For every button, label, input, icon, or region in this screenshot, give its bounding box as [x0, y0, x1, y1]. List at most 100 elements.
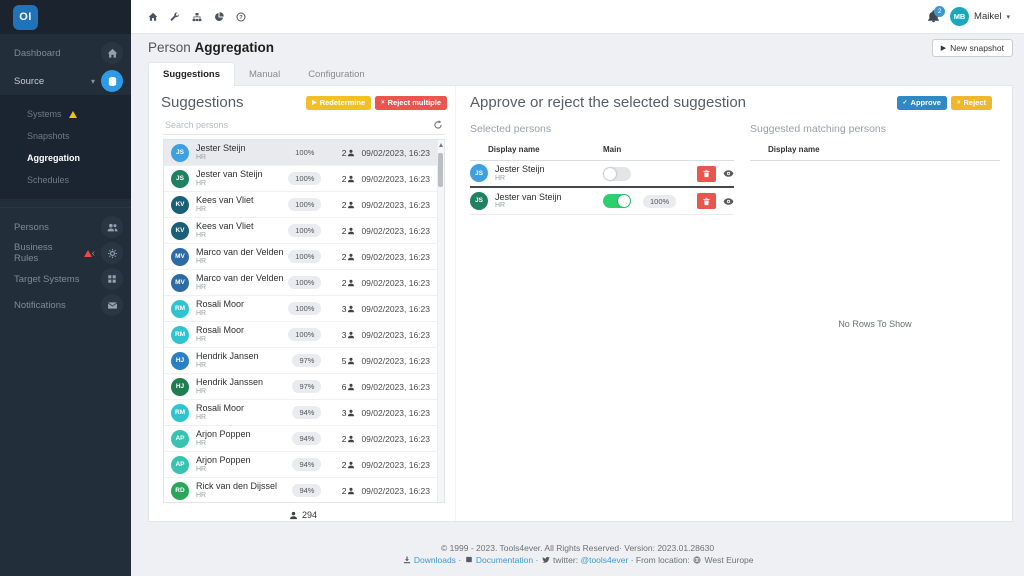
list-item[interactable]: RD Rick van den Dijssel HR 94% 2 09/02/2… — [164, 478, 444, 503]
person-count: 6 — [342, 382, 347, 392]
list-item[interactable]: HJ Hendrik Janssen HR 97% 6 09/02/2023, … — [164, 374, 444, 400]
table-row[interactable]: JS Jester Steijn HR — [470, 161, 734, 188]
list-item[interactable]: JS Jester Steijn HR 100% 2 09/02/2023, 1… — [164, 140, 444, 166]
person-count: 3 — [342, 408, 347, 418]
avatar: RM — [171, 326, 189, 344]
match-percent-badge: 100% — [288, 328, 321, 341]
list-item[interactable]: KV Kees van Vliet HR 100% 2 09/02/2023, … — [164, 192, 444, 218]
app-logo[interactable]: OI — [13, 5, 38, 30]
match-percent-badge: 94% — [292, 406, 321, 419]
pie-chart-icon[interactable] — [214, 12, 224, 22]
sidebar-item-schedules[interactable]: Schedules — [0, 169, 131, 191]
user-menu[interactable]: MB Maikel ▾ — [950, 7, 1010, 26]
match-percent-badge: 97% — [292, 354, 321, 367]
match-percent-badge: 94% — [292, 484, 321, 497]
avatar: AP — [171, 430, 189, 448]
list-item[interactable]: MV Marco van der Velden HR 100% 2 09/02/… — [164, 270, 444, 296]
person-department: HR — [196, 206, 288, 214]
redetermine-button[interactable]: ▶ Redetermine — [306, 96, 371, 110]
list-item[interactable]: RM Rosali Moor HR 100% 3 09/02/2023, 16:… — [164, 322, 444, 348]
tab-suggestions[interactable]: Suggestions — [148, 62, 235, 86]
match-percent-badge: 100% — [288, 198, 321, 211]
person-icon — [347, 357, 355, 365]
tab-manual[interactable]: Manual — [235, 63, 294, 86]
list-item[interactable]: RM Rosali Moor HR 100% 3 09/02/2023, 16:… — [164, 296, 444, 322]
person-icon — [347, 279, 355, 287]
list-item[interactable]: MV Marco van der Velden HR 100% 2 09/02/… — [164, 244, 444, 270]
person-count: 2 — [342, 278, 347, 288]
snapshot-date: 09/02/2023, 16:23 — [361, 408, 430, 418]
eye-icon[interactable] — [723, 196, 734, 207]
delete-button[interactable] — [697, 166, 716, 182]
sidebar-item-systems[interactable]: Systems — [0, 103, 131, 125]
sidebar-item-aggregation[interactable]: Aggregation — [0, 147, 131, 169]
caret-down-icon: ▾ — [1006, 13, 1010, 21]
selected-persons-section: Selected persons Display name Main JS Je… — [470, 111, 734, 329]
list-item[interactable]: JS Jester van Steijn HR 100% 2 09/02/202… — [164, 166, 444, 192]
person-name: Rosali Moor — [196, 403, 292, 413]
sidebar-item-snapshots[interactable]: Snapshots — [0, 125, 131, 147]
trash-icon — [702, 197, 711, 206]
downloads-link[interactable]: Downloads — [414, 555, 456, 565]
scroll-up-icon[interactable] — [439, 143, 443, 147]
sidebar-item-persons[interactable]: Persons — [0, 214, 131, 240]
documentation-link[interactable]: Documentation — [476, 555, 533, 565]
sidebar-item-dashboard[interactable]: Dashboard — [0, 39, 131, 67]
refresh-icon[interactable] — [433, 120, 443, 130]
person-department: HR — [196, 258, 288, 266]
list-item[interactable]: AP Arjon Poppen HR 94% 2 09/02/2023, 16:… — [164, 452, 444, 478]
wrench-icon[interactable] — [170, 12, 180, 22]
list-item[interactable]: HJ Hendrik Jansen HR 97% 5 09/02/2023, 1… — [164, 348, 444, 374]
twitter-link[interactable]: @tools4ever — [580, 555, 628, 565]
scrollbar-thumb[interactable] — [438, 153, 443, 187]
eye-icon[interactable] — [723, 168, 734, 179]
main-toggle[interactable] — [603, 194, 631, 208]
delete-button[interactable] — [697, 193, 716, 209]
list-item[interactable]: RM Rosali Moor HR 94% 3 09/02/2023, 16:2… — [164, 400, 444, 426]
topbar: 2 MB Maikel ▾ — [131, 0, 1024, 34]
content-card: Suggestions ▶ Redetermine × Reject multi… — [148, 85, 1013, 522]
tab-bar: Suggestions Manual Configuration — [148, 62, 379, 86]
person-name: Marco van der Velden — [196, 247, 288, 257]
table-row[interactable]: JS Jester van Steijn HR 100% — [470, 188, 734, 215]
reject-multiple-button[interactable]: × Reject multiple — [375, 96, 447, 110]
tab-configuration[interactable]: Configuration — [294, 63, 379, 86]
help-icon[interactable] — [236, 12, 246, 22]
list-item[interactable]: KV Kees van Vliet HR 100% 2 09/02/2023, … — [164, 218, 444, 244]
snapshot-date: 09/02/2023, 16:23 — [361, 434, 430, 444]
main-toggle[interactable] — [603, 167, 631, 181]
sidebar-item-business-rules[interactable]: Business Rules ‹ — [0, 240, 131, 266]
reject-button[interactable]: × Reject — [951, 96, 992, 110]
approve-button[interactable]: ✓ Approve — [897, 96, 947, 110]
person-name: Jester Steijn — [495, 164, 603, 174]
person-count: 3 — [342, 330, 347, 340]
suggested-matching-section: Suggested matching persons Display name … — [750, 111, 1000, 329]
approval-heading: Approve or reject the selected suggestio… — [470, 94, 746, 111]
person-name: Marco van der Velden — [196, 273, 288, 283]
avatar: KV — [171, 196, 189, 214]
sidebar-item-source[interactable]: Source ▾ — [0, 67, 131, 95]
envelope-icon — [101, 294, 123, 316]
match-percent-badge: 100% — [288, 224, 321, 237]
sidebar-item-notifications[interactable]: Notifications — [0, 292, 131, 318]
scrollbar[interactable] — [437, 140, 444, 502]
match-percent-badge: 100% — [288, 302, 321, 315]
search-input[interactable] — [165, 120, 433, 130]
match-percent-badge: 94% — [292, 458, 321, 471]
person-name: Arjon Poppen — [196, 429, 292, 439]
avatar: RD — [171, 482, 189, 500]
person-name: Hendrik Jansen — [196, 351, 292, 361]
notifications-bell-icon[interactable]: 2 — [927, 10, 940, 23]
sidebar-item-target-systems[interactable]: Target Systems — [0, 266, 131, 292]
play-icon: ▶ — [941, 44, 946, 52]
sitemap-icon[interactable] — [192, 12, 202, 22]
home-icon[interactable] — [148, 12, 158, 22]
list-item[interactable]: AP Arjon Poppen HR 94% 2 09/02/2023, 16:… — [164, 426, 444, 452]
new-snapshot-button[interactable]: ▶ New snapshot — [932, 39, 1013, 57]
page-footer: © 1999 - 2023. Tools4ever. All Rights Re… — [131, 542, 1024, 568]
column-display-name: Display name — [750, 145, 883, 154]
avatar: HJ — [171, 378, 189, 396]
person-count: 5 — [342, 356, 347, 366]
person-icon — [347, 227, 355, 235]
person-department: HR — [196, 284, 288, 292]
